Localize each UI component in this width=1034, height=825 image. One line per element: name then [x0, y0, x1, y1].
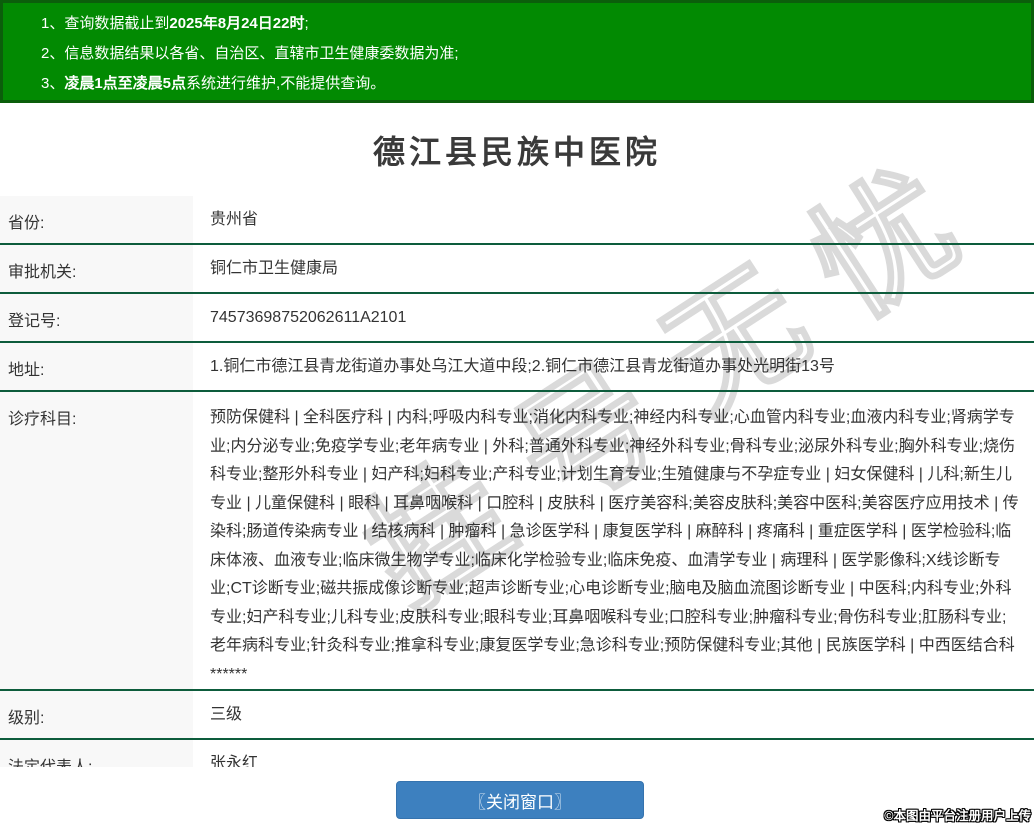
row-label: 诊疗科目: — [0, 392, 193, 689]
notice-text-bold: 凌晨1点至凌晨5点 — [64, 75, 186, 92]
notice-number: 3、 — [41, 75, 64, 92]
hospital-detail-table: 省份: 贵州省 审批机关: 铜仁市卫生健康局 登记号: 745736987520… — [0, 196, 1034, 767]
row-label: 审批机关: — [0, 245, 193, 292]
row-value: 74573698752062611A2101 — [193, 294, 1034, 341]
row-value: 1.铜仁市德江县青龙街道办事处乌江大道中段;2.铜仁市德江县青龙街道办事处光明街… — [193, 343, 1034, 390]
notice-text: ; — [304, 15, 308, 32]
notice-line-3: 3、凌晨1点至凌晨5点系统进行维护,不能提供查询。 — [41, 69, 1031, 99]
row-label: 登记号: — [0, 294, 193, 341]
notice-text-bold: 2025年8月24日22时 — [169, 15, 304, 32]
row-label: 地址: — [0, 343, 193, 390]
table-row-approval-authority: 审批机关: 铜仁市卫生健康局 — [0, 245, 1034, 294]
table-row-address: 地址: 1.铜仁市德江县青龙街道办事处乌江大道中段;2.铜仁市德江县青龙街道办事… — [0, 343, 1034, 392]
table-row-legal-representative: 法定代表人: 张永红 — [0, 740, 1034, 767]
row-value: 预防保健科 | 全科医疗科 | 内科;呼吸内科专业;消化内科专业;神经内科专业;… — [193, 392, 1034, 689]
row-value: 贵州省 — [193, 196, 1034, 243]
row-value: 三级 — [193, 691, 1034, 738]
row-label: 级别: — [0, 691, 193, 738]
notice-text: 系统进行维护,不能提供查询。 — [186, 75, 385, 92]
notice-line-2: 2、信息数据结果以各省、自治区、直辖市卫生健康委数据为准; — [41, 39, 1031, 69]
notice-text: 查询数据截止到 — [64, 15, 169, 32]
row-label: 省份: — [0, 196, 193, 243]
notice-number: 1、 — [41, 15, 64, 32]
table-row-registration-number: 登记号: 74573698752062611A2101 — [0, 294, 1034, 343]
table-row-province: 省份: 贵州省 — [0, 196, 1034, 245]
page-title: 德江县民族中医院 — [0, 103, 1034, 196]
notice-number: 2、 — [41, 45, 64, 62]
row-label: 法定代表人: — [0, 740, 193, 767]
table-row-medical-departments: 诊疗科目: 预防保健科 | 全科医疗科 | 内科;呼吸内科专业;消化内科专业;神… — [0, 392, 1034, 691]
notice-line-1: 1、查询数据截止到2025年8月24日22时; — [41, 9, 1031, 39]
row-value: 铜仁市卫生健康局 — [193, 245, 1034, 292]
notice-text: 信息数据结果以各省、自治区、直辖市卫生健康委数据为准; — [64, 45, 458, 62]
row-value: 张永红 — [193, 740, 1034, 767]
table-row-level: 级别: 三级 — [0, 691, 1034, 740]
upload-credit-text: ©本图由平台注册用户上传 — [884, 805, 1031, 824]
notice-banner: 1、查询数据截止到2025年8月24日22时; 2、信息数据结果以各省、自治区、… — [0, 0, 1034, 103]
close-window-button[interactable]: 〖关闭窗口〗 — [396, 781, 644, 819]
